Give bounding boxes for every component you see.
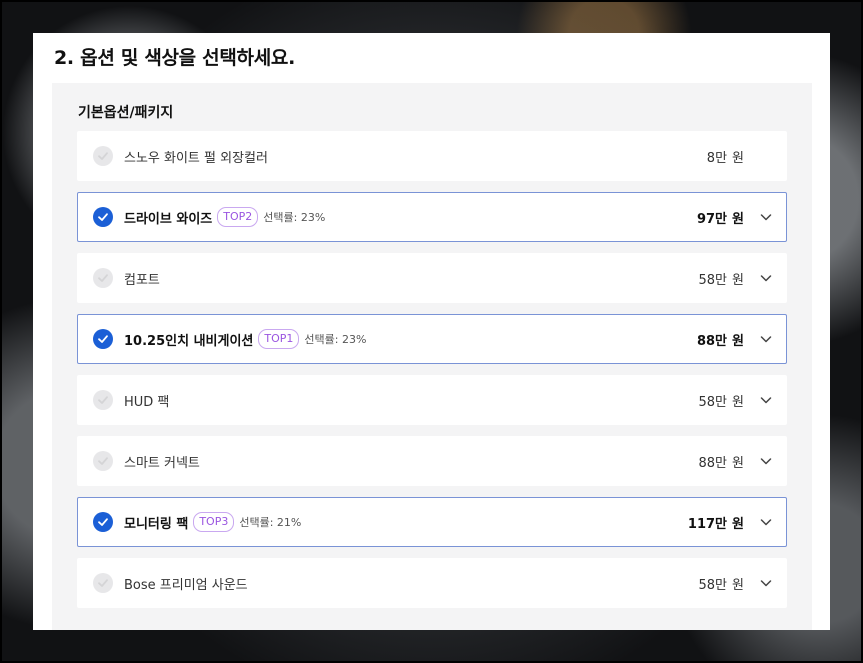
price-unit: 원	[732, 150, 744, 166]
price-value: 58만	[698, 577, 728, 593]
option-price: 58만 원	[699, 254, 744, 302]
price-unit: 원	[732, 211, 744, 227]
check-icon[interactable]	[93, 329, 113, 349]
option-name: 드라이브 와이즈	[124, 211, 213, 227]
price-value: 88만	[698, 455, 728, 471]
section-title: 기본옵션/패키지	[78, 105, 174, 121]
option-item[interactable]: 10.25인치 내비게이션 TOP1 선택률: 23% 88만 원	[77, 314, 787, 364]
option-price: 117만 원	[688, 498, 744, 546]
option-name: 컴포트	[124, 272, 160, 288]
option-price: 8만 원	[707, 132, 744, 180]
option-label: 스마트 커넥트	[124, 437, 200, 485]
option-name: 10.25인치 내비게이션	[124, 333, 254, 349]
option-label: 10.25인치 내비게이션 TOP1 선택률: 23%	[124, 315, 366, 363]
chevron-down-icon[interactable]	[759, 576, 773, 590]
selection-rate: 선택률: 23%	[263, 211, 326, 224]
option-label: 드라이브 와이즈 TOP2 선택률: 23%	[124, 193, 325, 241]
option-item[interactable]: 스마트 커넥트 88만 원	[77, 436, 787, 486]
option-price: 88만 원	[697, 315, 744, 363]
option-price: 97만 원	[697, 193, 744, 241]
option-price: 88만 원	[699, 437, 744, 485]
chevron-down-icon[interactable]	[759, 332, 773, 346]
price-value: 88만	[696, 333, 728, 349]
option-name: Bose 프리미엄 사운드	[124, 577, 248, 593]
option-name: HUD 팩	[124, 394, 170, 410]
price-value: 97만	[696, 211, 728, 227]
chevron-down-icon[interactable]	[759, 515, 773, 529]
check-icon[interactable]	[93, 207, 113, 227]
option-item[interactable]: 컴포트 58만 원	[77, 253, 787, 303]
check-icon[interactable]	[93, 512, 113, 532]
selection-rate: 선택률: 23%	[304, 333, 367, 346]
option-label: 스노우 화이트 펄 외장컬러	[124, 132, 268, 180]
option-item[interactable]: 스노우 화이트 펄 외장컬러 8만 원	[77, 131, 787, 181]
price-unit: 원	[732, 272, 744, 288]
chevron-down-icon[interactable]	[759, 393, 773, 407]
check-icon[interactable]	[93, 268, 113, 288]
price-value: 8만	[706, 150, 728, 166]
option-name: 모니터링 팩	[124, 516, 189, 532]
option-label: 모니터링 팩 TOP3 선택률: 21%	[124, 498, 301, 546]
options-panel: 2. 옵션 및 색상을 선택하세요. 기본옵션/패키지 스노우 화이트 펄 외장…	[33, 33, 830, 630]
rank-badge: TOP1	[258, 329, 300, 349]
check-icon[interactable]	[93, 573, 113, 593]
check-icon[interactable]	[93, 451, 113, 471]
option-item[interactable]: 모니터링 팩 TOP3 선택률: 21% 117만 원	[77, 497, 787, 547]
chevron-down-icon[interactable]	[759, 271, 773, 285]
option-label: HUD 팩	[124, 376, 169, 424]
price-unit: 원	[732, 333, 744, 349]
option-label: Bose 프리미엄 사운드	[124, 559, 248, 607]
rank-badge: TOP3	[193, 512, 235, 532]
selection-rate: 선택률: 21%	[239, 516, 302, 529]
option-item[interactable]: HUD 팩 58만 원	[77, 375, 787, 425]
price-unit: 원	[732, 455, 744, 471]
chevron-down-icon[interactable]	[759, 454, 773, 468]
option-item[interactable]: Bose 프리미엄 사운드 58만 원	[77, 558, 787, 608]
option-label: 컴포트	[124, 254, 160, 302]
basic-options-section: 기본옵션/패키지 스노우 화이트 펄 외장컬러 8만 원 드라이브 와이즈 TOP2 선택…	[52, 83, 812, 630]
option-name: 스노우 화이트 펄 외장컬러	[124, 150, 268, 166]
page-title: 2. 옵션 및 색상을 선택하세요.	[54, 47, 295, 69]
price-value: 117만	[687, 516, 728, 532]
chevron-down-icon[interactable]	[759, 210, 773, 224]
option-price: 58만 원	[699, 376, 744, 424]
check-icon[interactable]	[93, 146, 113, 166]
price-value: 58만	[698, 272, 728, 288]
option-name: 스마트 커넥트	[124, 455, 200, 471]
rank-badge: TOP2	[217, 207, 259, 227]
option-item[interactable]: 드라이브 와이즈 TOP2 선택률: 23% 97만 원	[77, 192, 787, 242]
check-icon[interactable]	[93, 390, 113, 410]
price-unit: 원	[732, 577, 744, 593]
price-unit: 원	[732, 394, 744, 410]
option-price: 58만 원	[699, 559, 744, 607]
price-value: 58만	[698, 394, 728, 410]
price-unit: 원	[732, 516, 744, 532]
